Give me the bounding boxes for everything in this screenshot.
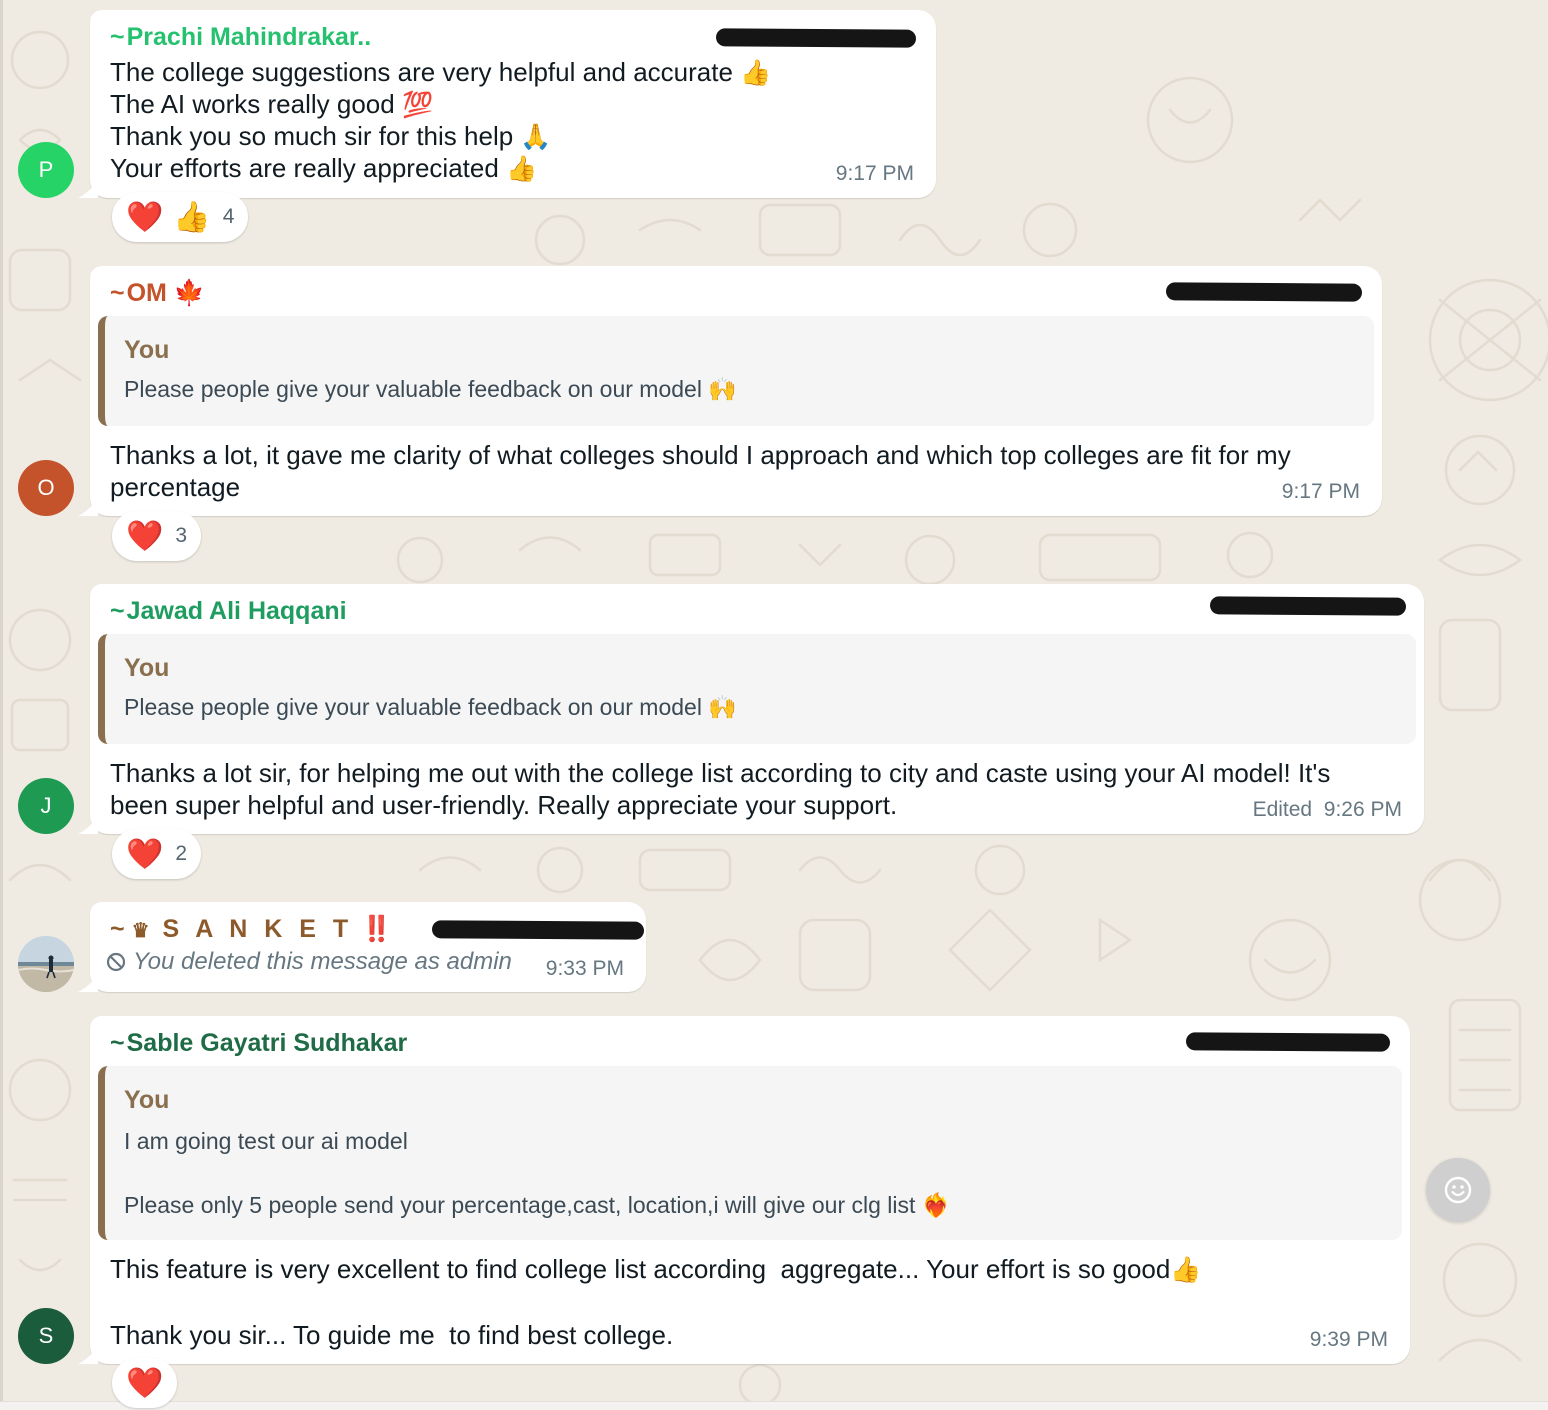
reaction-count: 3 [175, 524, 188, 547]
avatar-initial: O [37, 475, 55, 500]
raising-hands-emoji: 🙌 [708, 376, 737, 402]
message-bubble-om[interactable]: ~OM 🍁 You Please people give your valuab… [78, 266, 1382, 516]
thumbs-up-emoji: 👍 [740, 59, 772, 87]
message-line: been super helpful and user-friendly. Re… [110, 790, 898, 820]
avatar-om[interactable]: O [18, 460, 74, 516]
avatar-jawad[interactable]: J [18, 778, 74, 834]
bubble-tail [78, 180, 98, 198]
double-exclamation-emoji: ‼️ [361, 915, 394, 943]
thumbs-up-emoji: 👍 [506, 155, 538, 183]
sender-name[interactable]: ~ ♛ S A N K E T ‼️ [110, 912, 393, 948]
message-line: Your efforts are really appreciated 👍 [110, 153, 538, 183]
avatar-sanket-photo[interactable] [18, 936, 74, 992]
reactions-pill[interactable]: ❤️ 👍 4 [112, 192, 249, 242]
emoji-reaction-button[interactable] [1426, 1158, 1490, 1222]
avatar-initial: J [40, 793, 52, 818]
heart-reaction: ❤️ [126, 837, 164, 871]
message-line: This feature is very excellent to find c… [110, 1254, 1202, 1284]
reactions-pill[interactable]: ❤️ 3 [112, 511, 202, 561]
thumbs-up-emoji: 👍 [1170, 1256, 1202, 1284]
message-time: 9:33 PM [545, 957, 624, 980]
reactions-pill[interactable]: ❤️ [112, 1358, 178, 1408]
phone-number-redaction [1185, 1032, 1391, 1052]
window-edge [0, 0, 3, 1410]
smiley-icon [1444, 1176, 1472, 1204]
deleted-text: You deleted this message as admin [133, 948, 512, 975]
message-bubble-sable[interactable]: ~Sable Gayatri Sudhakar You I am going t… [78, 1016, 1410, 1364]
quote-text: Please people give your valuable feedbac… [124, 376, 737, 402]
avatar-prachi[interactable]: P [18, 142, 74, 198]
sender-name[interactable]: ~Prachi Mahindrakar.. [110, 20, 371, 54]
quote-text: I am going test our ai model [124, 1128, 408, 1154]
raising-hands-emoji: 🙌 [708, 694, 737, 720]
avatar-initial: P [38, 157, 54, 182]
sender-name[interactable]: ~Sable Gayatri Sudhakar [110, 1026, 407, 1060]
phone-number-redaction [1209, 596, 1407, 616]
avatar-sable[interactable]: S [18, 1308, 74, 1364]
quoted-message[interactable]: You Please people give your valuable fee… [98, 634, 1416, 744]
bubble-tail [78, 816, 98, 834]
phone-number-redaction [431, 920, 645, 940]
message-bubble-prachi[interactable]: ~Prachi Mahindrakar.. The college sugges… [78, 10, 936, 198]
reaction-count: 4 [222, 205, 235, 228]
phone-number-redaction [715, 28, 917, 48]
heart-reaction: ❤️ [126, 200, 164, 234]
quote-text: Please people give your valuable feedbac… [124, 694, 737, 720]
message-line: percentage [110, 472, 241, 502]
quote-author: You [124, 654, 170, 682]
hundred-points-emoji: 💯 [401, 91, 434, 119]
window-bottom-edge [0, 1401, 1548, 1410]
quoted-message[interactable]: You I am going test our ai model Please … [98, 1066, 1402, 1240]
bubble-tail [78, 498, 98, 516]
quote-author: You [124, 1086, 170, 1114]
maple-leaf-emoji: 🍁 [173, 279, 205, 307]
reaction-count: 2 [175, 842, 188, 865]
deleted-message: You deleted this message as admin [106, 948, 512, 976]
message-bubble-sanket[interactable]: ~ ♛ S A N K E T ‼️ You deleted this messa… [78, 902, 646, 992]
reactions-pill[interactable]: ❤️ 2 [112, 829, 202, 879]
sender-name[interactable]: ~Jawad Ali Haqqani [110, 594, 347, 628]
message-time: 9:39 PM [1309, 1328, 1388, 1351]
message-line: Thanks a lot, it gave me clarity of what… [110, 440, 1291, 470]
folded-hands-emoji: 🙏 [520, 123, 552, 151]
message-time: Edited 9:26 PM [1252, 798, 1402, 821]
heart-reaction: ❤️ [126, 1366, 164, 1400]
heart-on-fire-emoji: ❤️‍🔥 [921, 1192, 951, 1218]
message-time: 9:17 PM [1281, 480, 1360, 503]
bubble-tail [78, 974, 98, 992]
edited-label: Edited [1252, 798, 1313, 821]
message-line: The college suggestions are very helpful… [110, 57, 772, 87]
crown-icon: ♛ [131, 920, 151, 942]
blocked-icon [106, 952, 126, 972]
quote-author: You [124, 336, 170, 364]
message-line: Thank you sir... To guide me to find bes… [110, 1320, 674, 1350]
phone-number-redaction [1165, 282, 1363, 302]
message-line: The AI works really good 💯 [110, 89, 434, 119]
thumbs-up-reaction: 👍 [173, 200, 211, 234]
sender-name[interactable]: ~OM 🍁 [110, 276, 205, 310]
profile-photo-image [18, 936, 74, 992]
message-bubble-jawad[interactable]: ~Jawad Ali Haqqani You Please people giv… [78, 584, 1424, 834]
bubble-tail [78, 1346, 98, 1364]
heart-reaction: ❤️ [126, 519, 164, 553]
avatar-initial: S [38, 1323, 54, 1348]
message-time: 9:17 PM [835, 162, 914, 185]
quote-text: Please only 5 people send your percentag… [124, 1192, 951, 1218]
message-line: Thank you so much sir for this help 🙏 [110, 121, 552, 151]
quoted-message[interactable]: You Please people give your valuable fee… [98, 316, 1374, 426]
message-line: Thanks a lot sir, for helping me out wit… [110, 758, 1331, 788]
